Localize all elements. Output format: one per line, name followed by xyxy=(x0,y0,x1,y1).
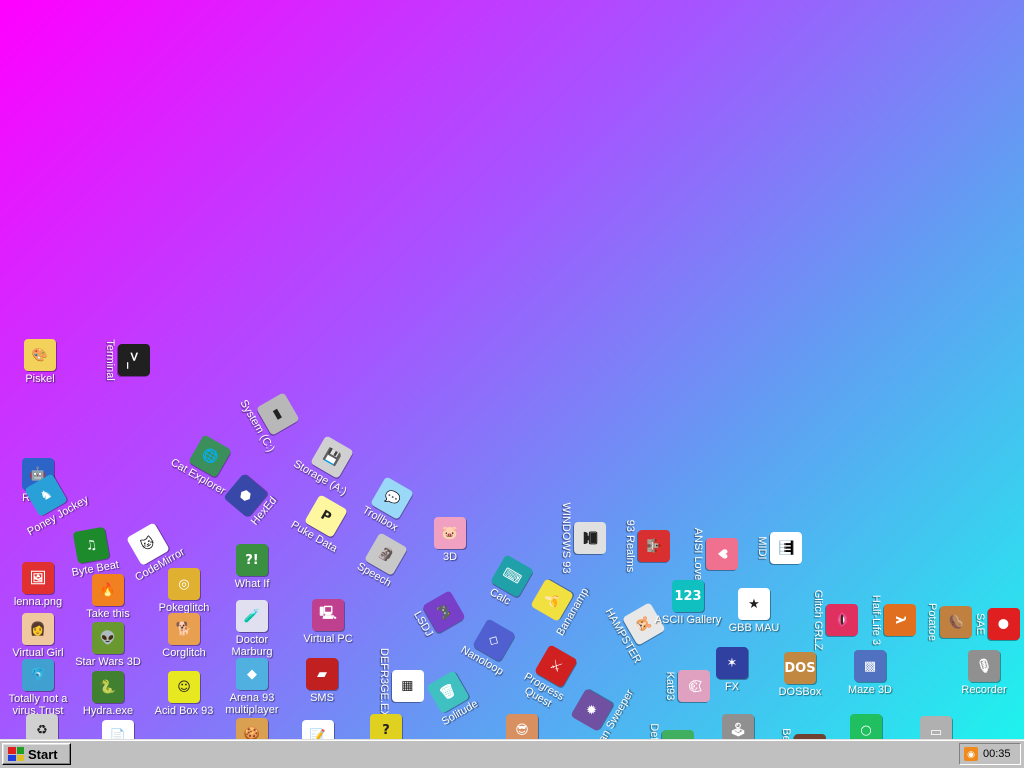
system-tray: ◉ 00:35 xyxy=(959,743,1021,765)
donut-icon: ○ xyxy=(850,714,882,739)
taskbar: Start ◉ 00:35 xyxy=(0,739,1024,768)
desktop[interactable]: 🎨 Piskel >_ Terminal ▬ System (C:) 🌐 Cat Explor… xyxy=(0,0,1024,739)
defender-icon: ▤ xyxy=(662,730,694,739)
icon-label: Maze 3D xyxy=(847,684,893,696)
fx-icon: ✶ xyxy=(716,647,748,679)
recycle-bin-icon: ♻ xyxy=(26,714,58,739)
icon-label: Defender xyxy=(648,708,660,739)
fx-shortcut[interactable]: ✶ FX xyxy=(694,645,770,713)
terminal-shortcut[interactable]: >_ Terminal xyxy=(84,322,152,398)
virtual-pc-icon: 🖳 xyxy=(312,599,344,631)
start-button[interactable]: Start xyxy=(2,743,71,765)
maze-3d-shortcut[interactable]: ▩ Maze 3D xyxy=(832,648,908,716)
icon-label: DOSBox xyxy=(778,686,822,698)
gbb-mau-icon: ★ xyxy=(738,588,770,620)
windows-93-shortcut[interactable]: 🖥 WINDOWS 93 xyxy=(540,500,608,576)
help-icon: ? xyxy=(370,714,402,739)
virtual-pc-shortcut[interactable]: 🖳 Virtual PC xyxy=(290,597,366,665)
recorder-icon: 🎙 xyxy=(968,650,1000,682)
3d-icon: 🐷 xyxy=(434,517,466,549)
help-shortcut[interactable]: ?Help xyxy=(348,712,424,739)
star-wars-icon: 👽 xyxy=(92,622,124,654)
icon-label: Glitch GRLZ xyxy=(812,589,824,651)
ansi-love-icon: ♥ xyxy=(706,538,738,570)
terminal-icon: >_ xyxy=(118,344,150,376)
icon-label: Terminal xyxy=(104,339,116,381)
piskel-icon: 🎨 xyxy=(24,339,56,371)
virtual-girl-icon: 👩 xyxy=(22,613,54,645)
hydra-icon: 🐍 xyxy=(92,671,124,703)
icon-label: Beegees xyxy=(780,712,792,739)
beegees-shortcut[interactable]: 👥Beegees xyxy=(760,712,828,739)
document-shortcut[interactable]: 📄Notes xyxy=(80,718,156,739)
rss-feed-icon[interactable]: ◉ xyxy=(964,747,978,761)
duke-icon: 😎 xyxy=(506,714,538,739)
icon-label: Doctor Marburg xyxy=(231,634,273,658)
start-label: Start xyxy=(28,746,58,762)
dosbox-shortcut[interactable]: DOS DOSBox xyxy=(762,650,838,718)
ascii-gallery-icon: 123 xyxy=(672,580,704,612)
what-if-icon: ?! xyxy=(236,544,268,576)
defender-shortcut[interactable]: ▤Defender xyxy=(628,708,696,739)
gamepad-icon: 🕹 xyxy=(722,714,754,739)
recorder-shortcut[interactable]: 🎙 Recorder xyxy=(946,648,1022,716)
icon-label: Corglitch xyxy=(162,647,206,659)
corglitch-icon: 🐕 xyxy=(168,613,200,645)
doctor-marburg-icon: 🧪 xyxy=(236,600,268,632)
cookie-shortcut[interactable]: 🍪Cookie xyxy=(214,716,290,739)
icon-label: ASCII Gallery xyxy=(654,614,722,626)
icon-label: Piskel xyxy=(25,373,55,385)
recycle-bin-shortcut[interactable]: ♻Trash xyxy=(4,712,80,739)
duke-shortcut[interactable]: 😎Duke xyxy=(484,712,560,739)
totally-not-a-virus-icon: 🐬 xyxy=(22,659,54,691)
icon-label: SMS xyxy=(310,692,334,704)
93-realms-shortcut[interactable]: 🏰 93 Realms xyxy=(604,508,672,584)
windows-93-icon: 🖥 xyxy=(574,522,606,554)
gen-shortcut[interactable]: ▭GEN xyxy=(898,714,974,739)
arena-93-shortcut[interactable]: ◆ Arena 93 multiplayer xyxy=(214,656,290,724)
icon-label: MIDI xyxy=(756,536,768,560)
icon-label: Star Wars 3D xyxy=(75,656,141,668)
acid-box-93-icon: ☺ xyxy=(168,671,200,703)
icon-label: What If xyxy=(234,578,270,590)
icon-label: Half-Life 3 xyxy=(870,594,882,646)
ascii-gallery-shortcut[interactable]: 123 ASCII Gallery xyxy=(650,578,726,646)
acid-box-93-shortcut[interactable]: ☺ Acid Box 93 xyxy=(146,669,222,737)
notepad-icon: 📝 xyxy=(302,720,334,739)
clock[interactable]: 00:35 xyxy=(983,748,1011,760)
icon-label: Recorder xyxy=(961,684,1007,696)
icon-label: Acid Box 93 xyxy=(154,705,214,717)
maze-3d-icon: ▩ xyxy=(854,650,886,682)
donut-shortcut[interactable]: ○Donut xyxy=(828,712,904,739)
lenna-icon: 🖼 xyxy=(22,562,54,594)
byte-beat-icon: ♫ xyxy=(72,526,110,564)
gbb-mau-shortcut[interactable]: ★ GBB MAU xyxy=(716,586,792,654)
cookie-icon: 🍪 xyxy=(236,718,268,739)
pokeglitch-icon: ◎ xyxy=(168,568,200,600)
icon-label: Hydra.exe xyxy=(82,705,134,717)
icon-label: Virtual PC xyxy=(303,633,353,645)
icon-label: GBB MAU xyxy=(728,622,780,634)
arena-93-icon: ◆ xyxy=(236,658,268,690)
icon-label: 93 Realms xyxy=(624,519,636,573)
dosbox-icon: DOS xyxy=(784,652,816,684)
icon-label: FX xyxy=(724,681,740,693)
sms-icon: ▰ xyxy=(306,658,338,690)
document-icon: 📄 xyxy=(102,720,134,739)
windows-logo-icon xyxy=(8,747,24,761)
icon-label: Potatoe xyxy=(926,603,938,641)
icon-label: Arena 93 multiplayer xyxy=(225,692,279,716)
notepad-shortcut[interactable]: 📝Notepad xyxy=(280,718,356,739)
midi-icon: 🎹 xyxy=(770,532,802,564)
icon-label: lenna.png xyxy=(13,596,63,608)
gen-icon: ▭ xyxy=(920,716,952,739)
sae-icon: ● xyxy=(988,608,1020,640)
icon-label: Take this xyxy=(86,608,130,620)
take-this-icon: 🔥 xyxy=(92,574,124,606)
93-realms-icon: 🏰 xyxy=(638,530,670,562)
midi-shortcut[interactable]: 🎹 MIDI xyxy=(736,510,804,586)
piskel-shortcut[interactable]: 🎨 Piskel xyxy=(2,337,78,405)
